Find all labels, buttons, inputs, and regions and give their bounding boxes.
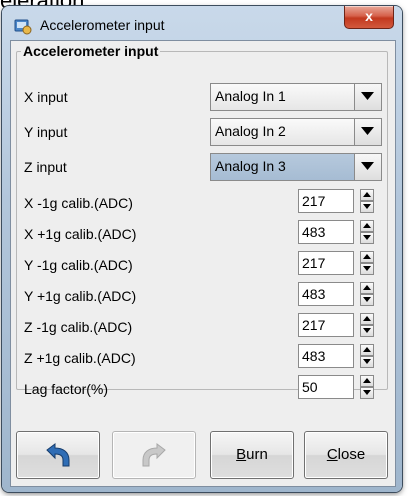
- spin-up-icon[interactable]: [360, 189, 374, 201]
- title-bar[interactable]: Accelerometer input x: [2, 6, 402, 40]
- y-input-label: Y input: [24, 124, 68, 140]
- button-bar: Burn Close: [16, 431, 388, 479]
- spin-down-icon[interactable]: [360, 356, 374, 368]
- close-label: lose: [337, 446, 366, 463]
- y-pos-calib-spinner[interactable]: [360, 282, 374, 306]
- burn-label: urn: [246, 446, 268, 463]
- spin-up-icon[interactable]: [360, 344, 374, 356]
- z-input-value: Analog In 3: [215, 158, 286, 174]
- y-neg-calib-row: Y -1g calib.(ADC): [17, 251, 387, 279]
- lag-factor-row: Lag factor(%): [17, 375, 387, 403]
- window-title: Accelerometer input: [40, 17, 165, 33]
- spin-up-icon[interactable]: [360, 282, 374, 294]
- x-neg-calib-label: X -1g calib.(ADC): [24, 195, 133, 211]
- chevron-down-icon[interactable]: [354, 119, 381, 145]
- z-input-row: Z input Analog In 3: [17, 153, 387, 181]
- x-input-label: X input: [24, 89, 68, 105]
- undo-button[interactable]: [16, 431, 100, 479]
- spin-down-icon[interactable]: [360, 232, 374, 244]
- undo-arrow-icon: [46, 443, 70, 467]
- spin-up-icon[interactable]: [360, 251, 374, 263]
- y-pos-calib-row: Y +1g calib.(ADC): [17, 282, 387, 310]
- dialog-client-area: Accelerometer input X input Analog In 1 …: [10, 40, 396, 487]
- x-input-row: X input Analog In 1: [17, 83, 387, 111]
- lag-factor-spinner[interactable]: [360, 375, 374, 399]
- z-pos-calib-spinner[interactable]: [360, 344, 374, 368]
- y-input-row: Y input Analog In 2: [17, 118, 387, 146]
- x-neg-calib-spinner[interactable]: [360, 189, 374, 213]
- chevron-down-icon[interactable]: [354, 154, 381, 180]
- z-input-label: Z input: [24, 159, 67, 175]
- x-pos-calib-spinner[interactable]: [360, 220, 374, 244]
- redo-arrow-icon: [142, 443, 166, 467]
- close-button[interactable]: Close: [304, 431, 388, 479]
- window-close-button[interactable]: x: [344, 6, 394, 29]
- spin-down-icon[interactable]: [360, 201, 374, 213]
- y-neg-calib-spinner[interactable]: [360, 251, 374, 275]
- z-neg-calib-spinner[interactable]: [360, 313, 374, 337]
- x-pos-calib-row: X +1g calib.(ADC): [17, 220, 387, 248]
- x-input-value: Analog In 1: [215, 88, 286, 104]
- y-neg-calib-label: Y -1g calib.(ADC): [24, 257, 133, 273]
- accelerometer-group: Accelerometer input X input Analog In 1 …: [16, 43, 388, 399]
- spin-down-icon[interactable]: [360, 263, 374, 275]
- spin-up-icon[interactable]: [360, 375, 374, 387]
- z-pos-calib-field[interactable]: [298, 344, 354, 368]
- app-icon: [14, 17, 32, 35]
- close-icon: x: [365, 8, 373, 24]
- z-pos-calib-label: Z +1g calib.(ADC): [24, 350, 136, 366]
- x-pos-calib-label: X +1g calib.(ADC): [24, 226, 137, 242]
- z-input-select[interactable]: Analog In 3: [210, 153, 382, 181]
- y-pos-calib-field[interactable]: [298, 282, 354, 306]
- group-legend: Accelerometer input: [23, 43, 159, 59]
- spin-up-icon[interactable]: [360, 220, 374, 232]
- y-neg-calib-field[interactable]: [298, 251, 354, 275]
- lag-factor-label: Lag factor(%): [24, 381, 109, 397]
- spin-up-icon[interactable]: [360, 313, 374, 325]
- burn-mnemonic: B: [236, 446, 247, 463]
- z-pos-calib-row: Z +1g calib.(ADC): [17, 344, 387, 372]
- spin-down-icon[interactable]: [360, 387, 374, 399]
- close-mnemonic: C: [326, 446, 338, 463]
- accelerometer-dialog: Accelerometer input x Accelerometer inpu…: [2, 6, 402, 492]
- z-neg-calib-label: Z -1g calib.(ADC): [24, 319, 133, 335]
- y-input-select[interactable]: Analog In 2: [210, 118, 382, 146]
- y-input-value: Analog In 2: [215, 123, 286, 139]
- x-neg-calib-field[interactable]: [298, 189, 354, 213]
- redo-button[interactable]: [112, 431, 196, 479]
- x-input-select[interactable]: Analog In 1: [210, 83, 382, 111]
- z-neg-calib-row: Z -1g calib.(ADC): [17, 313, 387, 341]
- burn-button[interactable]: Burn: [210, 431, 294, 479]
- x-neg-calib-row: X -1g calib.(ADC): [17, 189, 387, 217]
- x-pos-calib-field[interactable]: [298, 220, 354, 244]
- spin-down-icon[interactable]: [360, 294, 374, 306]
- z-neg-calib-field[interactable]: [298, 313, 354, 337]
- chevron-down-icon[interactable]: [354, 84, 381, 110]
- y-pos-calib-label: Y +1g calib.(ADC): [24, 288, 137, 304]
- spin-down-icon[interactable]: [360, 325, 374, 337]
- lag-factor-field[interactable]: [298, 375, 354, 399]
